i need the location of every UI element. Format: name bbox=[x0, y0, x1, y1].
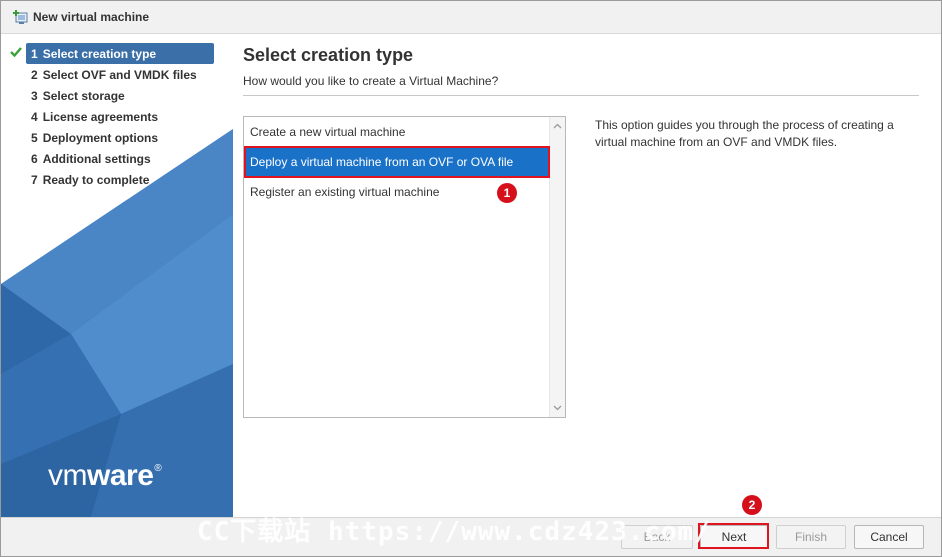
step-number: 6 bbox=[31, 151, 38, 166]
step-label: License agreements bbox=[42, 109, 159, 124]
logo-text-bold: ware bbox=[87, 459, 154, 492]
step-select-ovf-vmdk[interactable]: 2 Select OVF and VMDK files bbox=[1, 64, 233, 85]
wizard-steps: 1 Select creation type 2 Select OVF and … bbox=[1, 43, 233, 190]
step-label: Ready to complete bbox=[42, 172, 150, 187]
step-label: Additional settings bbox=[42, 151, 151, 166]
cancel-button[interactable]: Cancel bbox=[854, 525, 924, 549]
step-label: Select OVF and VMDK files bbox=[42, 67, 197, 82]
header-divider bbox=[243, 95, 919, 96]
step-additional-settings[interactable]: 6 Additional settings bbox=[1, 148, 233, 169]
check-icon bbox=[10, 47, 22, 58]
step-select-creation-type[interactable]: 1 Select creation type bbox=[10, 43, 214, 64]
logo-text-light: vm bbox=[48, 459, 88, 492]
page-title: Select creation type bbox=[243, 45, 414, 65]
new-vm-dialog: New virtual machine 1 Select creation ty… bbox=[0, 0, 942, 557]
step-select-storage[interactable]: 3 Select storage bbox=[1, 85, 233, 106]
finish-button[interactable]: Finish bbox=[776, 525, 846, 549]
annotation-badge-2: 2 bbox=[742, 495, 762, 515]
scroll-up-icon[interactable] bbox=[550, 119, 565, 133]
step-number: 2 bbox=[31, 67, 38, 82]
step-label: Select creation type bbox=[42, 46, 157, 61]
vmware-logo: vmware® bbox=[48, 459, 162, 493]
window-title: New virtual machine bbox=[33, 10, 150, 24]
step-label: Deployment options bbox=[42, 130, 159, 145]
annotation-highlight-option bbox=[244, 146, 550, 178]
title-bar: New virtual machine bbox=[1, 1, 941, 34]
step-number: 4 bbox=[31, 109, 38, 124]
watermark-text: CC下载站 https://www.cdz423.com/ bbox=[197, 517, 711, 547]
step-number: 7 bbox=[31, 172, 38, 187]
step-number: 3 bbox=[31, 88, 38, 103]
scroll-down-icon[interactable] bbox=[550, 401, 565, 415]
new-vm-icon bbox=[13, 9, 28, 24]
step-number: 5 bbox=[31, 130, 38, 145]
page-subtitle: How would you like to create a Virtual M… bbox=[243, 74, 499, 88]
option-create-new-vm[interactable]: Create a new virtual machine bbox=[245, 118, 550, 146]
step-label: Select storage bbox=[42, 88, 125, 103]
list-scrollbar[interactable] bbox=[549, 117, 565, 417]
option-description: This option guides you through the proce… bbox=[595, 118, 894, 149]
step-number: 1 bbox=[31, 46, 38, 61]
wizard-content: Select creation type How would you like … bbox=[233, 34, 941, 517]
step-deployment-options[interactable]: 5 Deployment options bbox=[1, 127, 233, 148]
logo-registered-mark: ® bbox=[154, 463, 162, 474]
step-ready-to-complete[interactable]: 7 Ready to complete bbox=[1, 169, 233, 190]
step-license-agreements[interactable]: 4 License agreements bbox=[1, 106, 233, 127]
annotation-badge-1: 1 bbox=[497, 183, 517, 203]
wizard-sidebar: 1 Select creation type 2 Select OVF and … bbox=[1, 34, 233, 517]
